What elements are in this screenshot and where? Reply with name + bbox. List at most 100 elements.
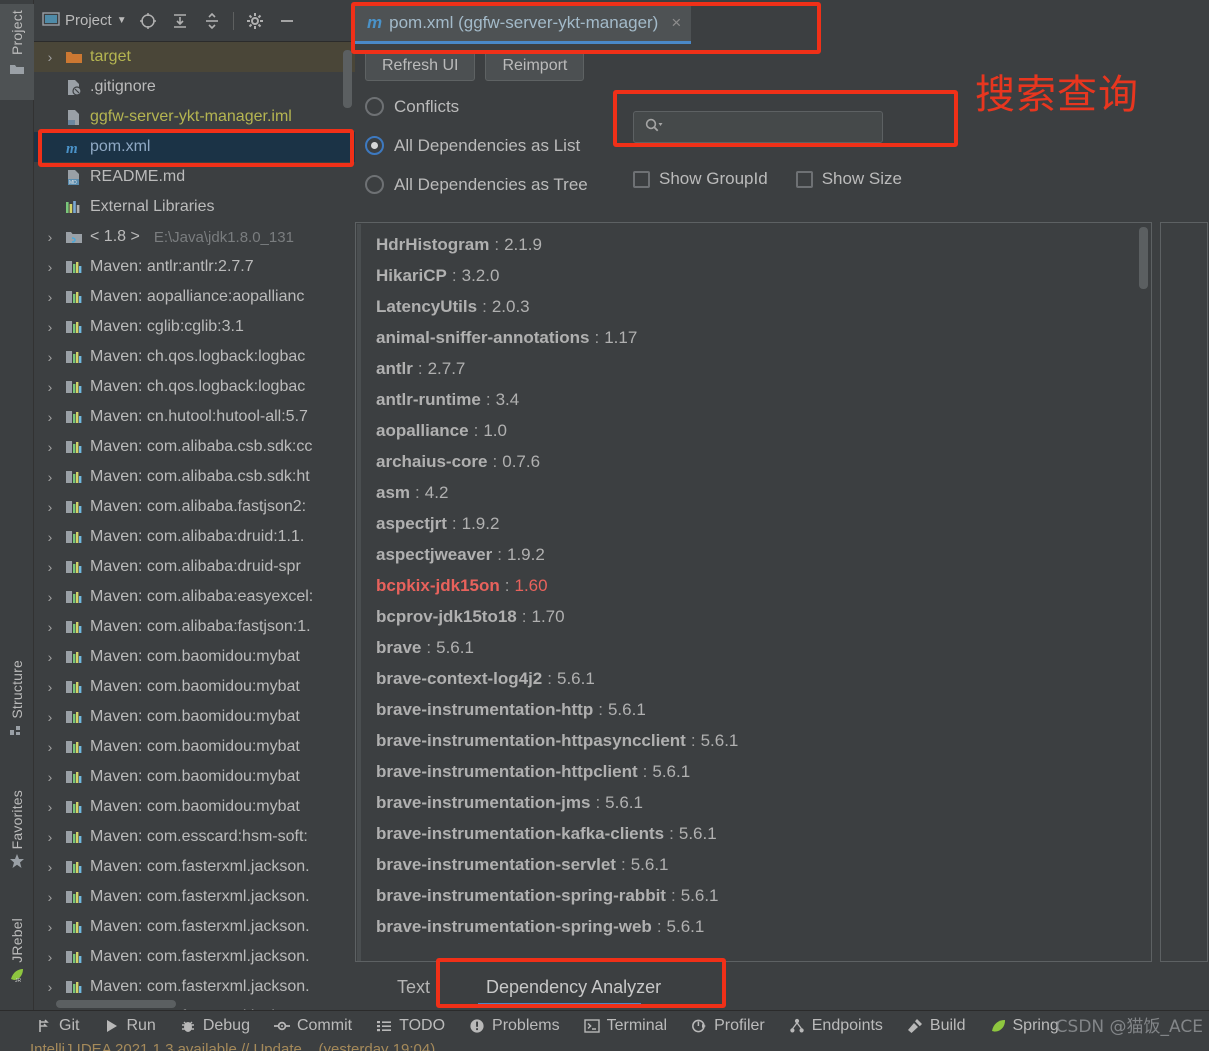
- tree-row[interactable]: › Maven: com.alibaba:easyexcel:: [34, 582, 355, 612]
- gear-icon[interactable]: [244, 10, 266, 32]
- tree-row[interactable]: .gitignore: [34, 72, 355, 102]
- checkbox-show-groupid[interactable]: Show GroupId: [633, 169, 768, 189]
- checkbox-show-size[interactable]: Show Size: [795, 169, 902, 189]
- tree-row[interactable]: External Libraries: [34, 192, 355, 222]
- dependency-list[interactable]: HdrHistogram:2.1.9 HikariCP:3.2.0 LatencyU…: [355, 222, 1152, 962]
- dependency-row[interactable]: brave-instrumentation-httpasyncclient:5.…: [376, 725, 1151, 756]
- dependency-row[interactable]: brave-instrumentation-spring-web:5.6.1: [376, 911, 1151, 942]
- chevron-right-icon[interactable]: ›: [42, 619, 58, 635]
- hide-icon[interactable]: [276, 10, 298, 32]
- editor-tab-pom-xml[interactable]: m pom.xml (ggfw-server-ykt-manager) ×: [355, 4, 692, 44]
- tree-row[interactable]: › Maven: aopalliance:aopallianc: [34, 282, 355, 312]
- chevron-right-icon[interactable]: ›: [42, 499, 58, 515]
- dependency-row[interactable]: LatencyUtils:2.0.3: [376, 291, 1151, 322]
- locate-icon[interactable]: [137, 10, 159, 32]
- chevron-right-icon[interactable]: ›: [42, 259, 58, 275]
- chevron-right-icon[interactable]: ›: [42, 289, 58, 305]
- tree-row[interactable]: › Maven: com.baomidou:mybat: [34, 762, 355, 792]
- chevron-right-icon[interactable]: ›: [42, 49, 58, 65]
- tree-row[interactable]: m pom.xml: [34, 132, 355, 162]
- chevron-right-icon[interactable]: ›: [42, 319, 58, 335]
- chevron-right-icon[interactable]: ›: [42, 919, 58, 935]
- tree-row[interactable]: › Maven: com.fasterxml.jackson.: [34, 942, 355, 972]
- tree-row[interactable]: › Maven: com.esscard:hsm-soft:: [34, 822, 355, 852]
- dependency-row[interactable]: bcprov-jdk15to18:1.70: [376, 601, 1151, 632]
- sidebar-item-jrebel[interactable]: JRebel JR: [0, 918, 34, 1008]
- tree-row[interactable]: › Maven: cn.hutool:hutool-all:5.7: [34, 402, 355, 432]
- search-input[interactable]: [633, 111, 883, 143]
- chevron-right-icon[interactable]: ›: [42, 589, 58, 605]
- dependency-list-scrollbar[interactable]: [1139, 227, 1148, 289]
- tree-row[interactable]: › target: [34, 42, 355, 72]
- dependency-row[interactable]: brave-instrumentation-httpclient:5.6.1: [376, 756, 1151, 787]
- project-tree-scrollbar[interactable]: [343, 50, 352, 108]
- tree-row[interactable]: › Maven: com.alibaba:druid:1.1.: [34, 522, 355, 552]
- dependency-row[interactable]: brave-instrumentation-servlet:5.6.1: [376, 849, 1151, 880]
- tree-row[interactable]: › Maven: com.fasterxml.jackson.: [34, 852, 355, 882]
- tree-row[interactable]: › Maven: ch.qos.logback:logbac: [34, 372, 355, 402]
- chevron-right-icon[interactable]: ›: [42, 439, 58, 455]
- chevron-right-icon[interactable]: ›: [42, 949, 58, 965]
- dependency-row[interactable]: aspectjrt:1.9.2: [376, 508, 1151, 539]
- collapse-all-icon[interactable]: [201, 10, 223, 32]
- status-bar-item-debug[interactable]: Debug: [180, 1017, 250, 1035]
- sidebar-item-structure[interactable]: Structure: [0, 660, 34, 758]
- reimport-button[interactable]: Reimport: [485, 51, 585, 81]
- tree-row[interactable]: › Maven: com.fasterxml.jackson.: [34, 882, 355, 912]
- chevron-right-icon[interactable]: ›: [42, 349, 58, 365]
- chevron-right-icon[interactable]: ›: [42, 859, 58, 875]
- tree-row[interactable]: › Maven: cglib:cglib:3.1: [34, 312, 355, 342]
- status-notification[interactable]: IntelliJ IDEA 2021.1.3 available // Upda…: [0, 1041, 1209, 1051]
- dependency-row[interactable]: brave-instrumentation-spring-rabbit:5.6.…: [376, 880, 1151, 911]
- tree-row[interactable]: › Maven: com.fasterxml.jackson.: [34, 912, 355, 942]
- status-bar-item-endpoints[interactable]: Endpoints: [789, 1017, 883, 1035]
- tree-row[interactable]: › Maven: com.alibaba.csb.sdk:cc: [34, 432, 355, 462]
- project-toolbar-title[interactable]: Project ▼: [42, 11, 127, 31]
- chevron-right-icon[interactable]: ›: [42, 709, 58, 725]
- tree-row[interactable]: ggfw-server-ykt-manager.iml: [34, 102, 355, 132]
- dependency-row[interactable]: HikariCP:3.2.0: [376, 260, 1151, 291]
- chevron-right-icon[interactable]: ›: [42, 739, 58, 755]
- dependency-row[interactable]: animal-sniffer-annotations:1.17: [376, 322, 1151, 353]
- tree-row[interactable]: › Maven: com.baomidou:mybat: [34, 792, 355, 822]
- tree-row[interactable]: › Maven: com.baomidou:mybat: [34, 642, 355, 672]
- tree-row[interactable]: › Maven: com.baomidou:mybat: [34, 672, 355, 702]
- status-bar-item-run[interactable]: Run: [103, 1017, 156, 1035]
- editor-view-tab[interactable]: Text: [383, 968, 444, 1007]
- chevron-right-icon[interactable]: ›: [42, 889, 58, 905]
- tree-row[interactable]: MD README.md: [34, 162, 355, 192]
- status-bar-item-build[interactable]: Build: [907, 1017, 966, 1035]
- status-bar-item-problems[interactable]: Problems: [469, 1017, 560, 1035]
- expand-all-icon[interactable]: [169, 10, 191, 32]
- status-bar-item-profiler[interactable]: Profiler: [691, 1017, 765, 1035]
- chevron-right-icon[interactable]: ›: [42, 379, 58, 395]
- tree-row[interactable]: › Maven: com.alibaba:fastjson:1.: [34, 612, 355, 642]
- chevron-right-icon[interactable]: ›: [42, 649, 58, 665]
- project-tree[interactable]: › target .gitignore ggfw-server-ykt-manager…: [34, 42, 355, 1010]
- dependency-row[interactable]: brave-instrumentation-http:5.6.1: [376, 694, 1151, 725]
- dependency-row[interactable]: aopalliance:1.0: [376, 415, 1151, 446]
- tree-row[interactable]: › Maven: com.alibaba.fastjson2:: [34, 492, 355, 522]
- status-bar-item-terminal[interactable]: Terminal: [583, 1017, 667, 1035]
- chevron-right-icon[interactable]: ›: [42, 529, 58, 545]
- status-bar-item-git[interactable]: Git: [36, 1017, 79, 1035]
- refresh-ui-button[interactable]: Refresh UI: [365, 51, 476, 81]
- tree-row[interactable]: › Maven: antlr:antlr:2.7.7: [34, 252, 355, 282]
- sidebar-item-project[interactable]: Project: [0, 4, 34, 100]
- dependency-row[interactable]: brave-context-log4j2:5.6.1: [376, 663, 1151, 694]
- chevron-right-icon[interactable]: ›: [42, 409, 58, 425]
- status-bar-item-commit[interactable]: Commit: [273, 1017, 352, 1035]
- dependency-row[interactable]: brave:5.6.1: [376, 632, 1151, 663]
- sidebar-item-favorites[interactable]: Favorites: [0, 790, 34, 890]
- chevron-right-icon[interactable]: ›: [42, 469, 58, 485]
- chevron-right-icon[interactable]: ›: [42, 679, 58, 695]
- tree-row[interactable]: › Maven: com.baomidou:mybat: [34, 702, 355, 732]
- tree-row[interactable]: › Maven: com.alibaba:druid-spr: [34, 552, 355, 582]
- dependency-row[interactable]: antlr:2.7.7: [376, 353, 1151, 384]
- dependency-row[interactable]: HdrHistogram:2.1.9: [376, 229, 1151, 260]
- dependency-row[interactable]: aspectjweaver:1.9.2: [376, 539, 1151, 570]
- tree-row[interactable]: › Maven: com.alibaba.csb.sdk:ht: [34, 462, 355, 492]
- chevron-right-icon[interactable]: ›: [42, 229, 58, 245]
- tree-row[interactable]: › < 1.8 > E:\Java\jdk1.8.0_131: [34, 222, 355, 252]
- status-bar-item-todo[interactable]: TODO: [376, 1017, 445, 1035]
